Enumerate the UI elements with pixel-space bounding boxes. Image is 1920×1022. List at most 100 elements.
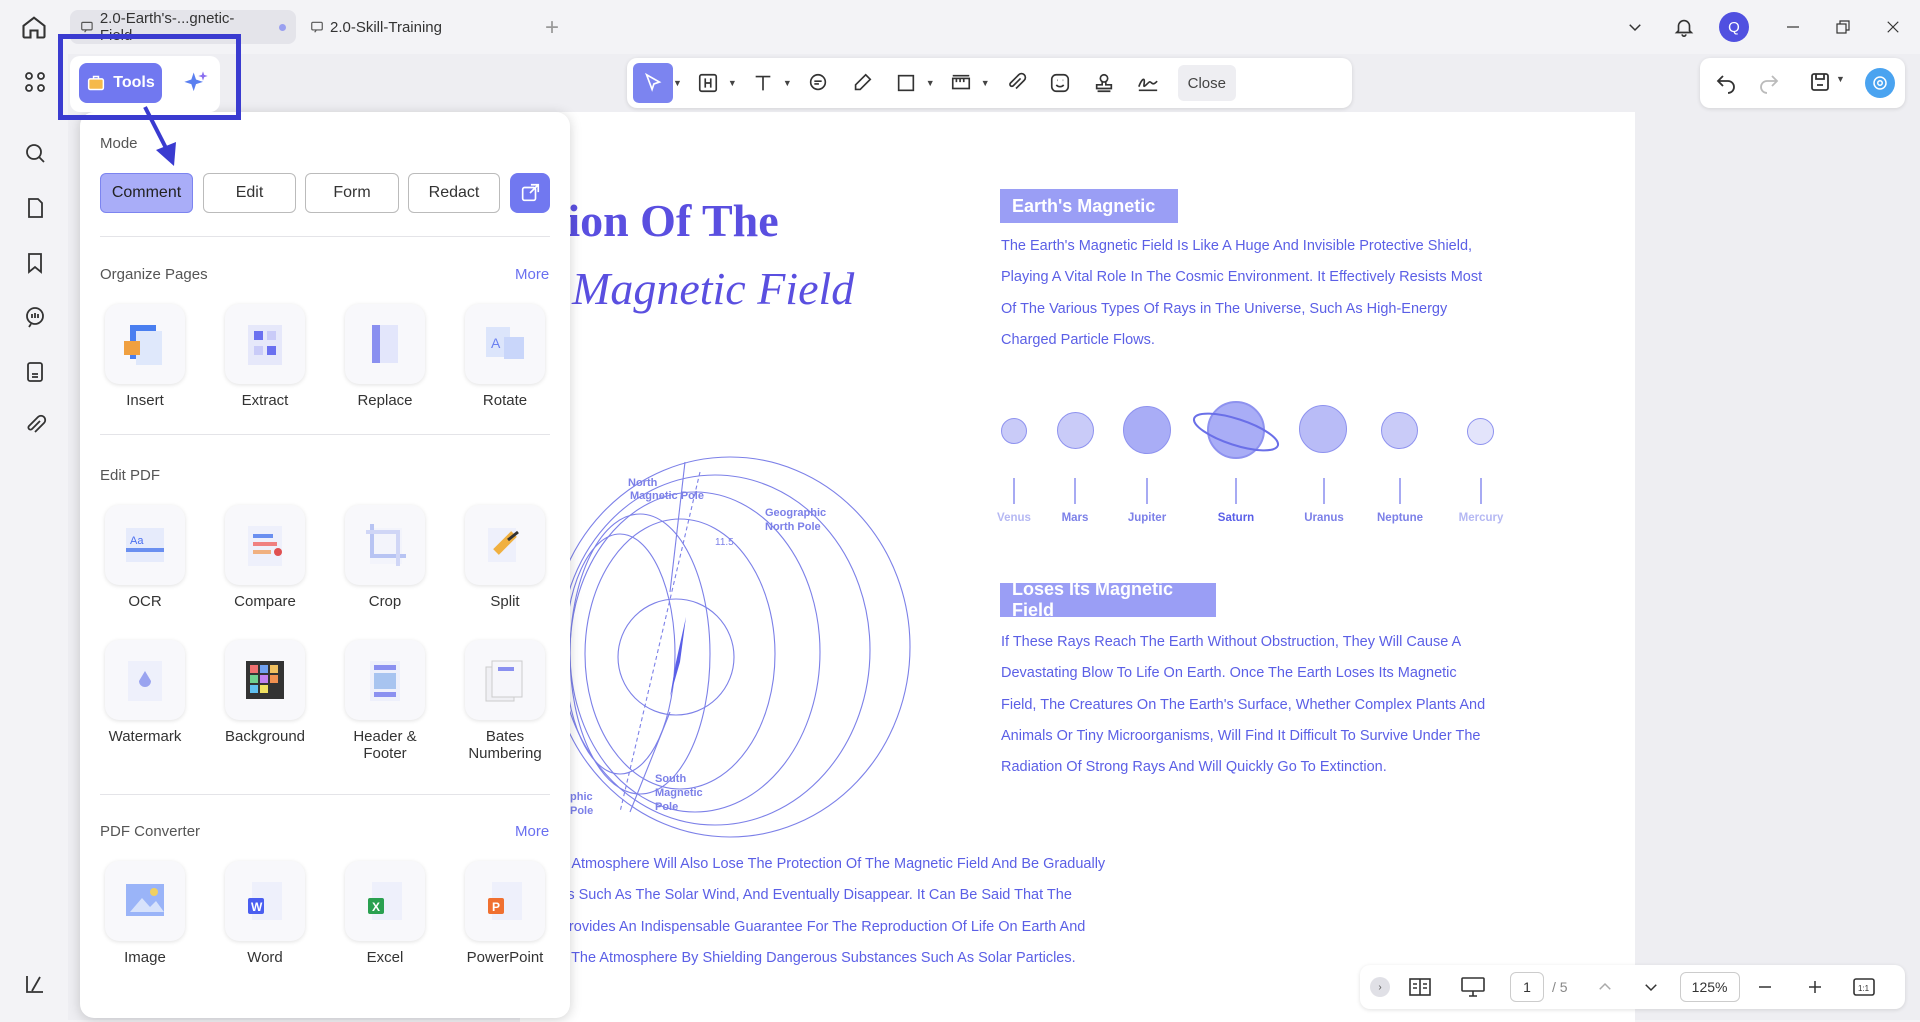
header-footer-icon (370, 661, 400, 701)
section-heading-magnetic: Earth's Magnetic (1000, 189, 1178, 223)
mode-label: Mode (100, 135, 138, 152)
mode-comment-button[interactable]: Comment (100, 173, 193, 213)
attachment-icon[interactable] (20, 411, 50, 441)
extract-page-icon (248, 325, 282, 365)
text-icon (755, 75, 771, 91)
svg-text:A: A (491, 335, 501, 351)
stamp-tool-button[interactable] (1084, 63, 1124, 103)
replace-tool[interactable]: Replace (335, 304, 435, 409)
rotate-tool[interactable]: A Rotate (455, 304, 555, 409)
chevron-down-icon[interactable] (1620, 12, 1650, 42)
bell-icon[interactable] (1669, 12, 1699, 42)
insert-page-icon (124, 325, 162, 365)
convert-image-tool[interactable]: Image (95, 861, 195, 966)
converter-more-link[interactable]: More (515, 823, 549, 840)
close-toolbar-button[interactable]: Close (1177, 65, 1236, 101)
bates-numbering-tool[interactable]: Bates Numbering (455, 640, 555, 762)
convert-word-tool[interactable]: W Word (215, 861, 315, 966)
home-icon[interactable] (20, 13, 48, 46)
chevron-up-icon[interactable] (1596, 978, 1614, 996)
attach-tool-button[interactable] (996, 63, 1036, 103)
document-icon[interactable] (20, 357, 50, 387)
signature-tool-button[interactable] (1128, 63, 1168, 103)
redo-icon[interactable] (1757, 70, 1781, 99)
title-bar: 2.0-Earth's-...gnetic-Field 2.0-Skill-Tr… (0, 0, 1920, 54)
svg-text:Aa: Aa (130, 535, 144, 547)
chevron-down-icon[interactable]: ▼ (981, 78, 990, 88)
ai-assistant-icon[interactable] (1865, 68, 1895, 98)
edit-pdf-title: Edit PDF (100, 467, 161, 484)
crop-tool[interactable]: Crop (335, 505, 435, 610)
save-icon[interactable] (1808, 70, 1832, 99)
chevron-down-icon[interactable]: ▼ (926, 78, 935, 88)
pen-tool-button[interactable] (842, 63, 882, 103)
undo-icon[interactable] (1714, 70, 1738, 99)
background-tool[interactable]: Background (215, 640, 315, 745)
avatar[interactable]: Q (1719, 12, 1749, 42)
expand-icon[interactable]: › (1370, 977, 1390, 997)
excel-icon: X (368, 882, 402, 920)
organize-more-link[interactable]: More (515, 266, 549, 283)
rectangle-icon (897, 74, 914, 92)
search-icon[interactable] (20, 138, 50, 168)
ocr-tool[interactable]: Aa OCR (95, 505, 195, 610)
presentation-icon[interactable] (1460, 976, 1486, 998)
new-tab-button[interactable]: + (545, 14, 559, 42)
mode-edit-button[interactable]: Edit (203, 173, 296, 213)
north-magnetic-label: North (628, 477, 658, 489)
geo-north-label: Geographic (765, 507, 826, 519)
rotate-page-icon: A (486, 327, 524, 359)
comment-tool-button[interactable] (798, 63, 838, 103)
split-tool[interactable]: Split (455, 505, 555, 610)
watermark-tool[interactable]: Watermark (95, 640, 195, 745)
sticker-tool-button[interactable] (1040, 63, 1080, 103)
chevron-down-icon[interactable]: ▼ (673, 78, 682, 88)
convert-excel-tool[interactable]: X Excel (335, 861, 435, 966)
mode-form-button[interactable]: Form (305, 173, 399, 213)
angle-label: 11.5 (715, 537, 734, 548)
split-icon (488, 528, 519, 562)
text-tool-button[interactable] (743, 63, 783, 103)
zoom-in-icon[interactable] (1806, 978, 1824, 996)
open-external-button[interactable] (510, 173, 550, 213)
page-thumbnail-icon[interactable] (20, 193, 50, 223)
shape-tool-button[interactable] (886, 63, 926, 103)
two-page-view-icon[interactable] (1408, 977, 1432, 997)
planet-label: Jupiter (1127, 512, 1167, 524)
image-icon (126, 884, 164, 916)
header-footer-tool[interactable]: Header & Footer (335, 640, 435, 762)
zoom-out-icon[interactable] (1756, 978, 1774, 996)
zoom-level[interactable]: 125% (1679, 972, 1740, 1002)
planet-uranus (1299, 405, 1347, 453)
chevron-down-icon[interactable] (1642, 978, 1660, 996)
chevron-down-icon[interactable]: ▼ (1836, 74, 1845, 84)
restore-icon[interactable] (1828, 12, 1858, 42)
ocr-icon: Aa (126, 528, 164, 562)
chevron-down-icon[interactable]: ▼ (728, 78, 737, 88)
mode-redact-button[interactable]: Redact (408, 173, 500, 213)
page-number-input[interactable]: 1 (1510, 972, 1544, 1002)
actual-size-icon[interactable]: 1:1 (1852, 977, 1876, 997)
sidebar-toggle-icon[interactable] (20, 969, 50, 999)
planet-mercury (1467, 418, 1494, 445)
extract-tool[interactable]: Extract (215, 304, 315, 409)
measure-tool-button[interactable] (941, 63, 981, 103)
planet-label: Uranus (1304, 512, 1344, 524)
bookmark-icon[interactable] (20, 248, 50, 278)
grid-icon[interactable] (20, 67, 50, 97)
compare-tool[interactable]: Compare (215, 505, 315, 610)
close-window-icon[interactable] (1878, 12, 1908, 42)
chevron-down-icon[interactable]: ▼ (783, 78, 792, 88)
tab-skill-training[interactable]: 2.0-Skill-Training (300, 10, 530, 44)
insert-tool[interactable]: Insert (95, 304, 195, 409)
right-toolbar: ▼ (1700, 58, 1905, 108)
attachment-icon (1008, 72, 1026, 90)
minimize-icon[interactable] (1778, 12, 1808, 42)
pen-icon (854, 73, 872, 91)
highlight-tool-button[interactable] (688, 63, 728, 103)
select-tool-button[interactable] (633, 63, 673, 103)
convert-powerpoint-tool[interactable]: P PowerPoint (455, 861, 555, 966)
comment-icon (809, 73, 826, 91)
comments-icon[interactable] (20, 302, 50, 332)
planet-label: Saturn (1217, 512, 1255, 524)
